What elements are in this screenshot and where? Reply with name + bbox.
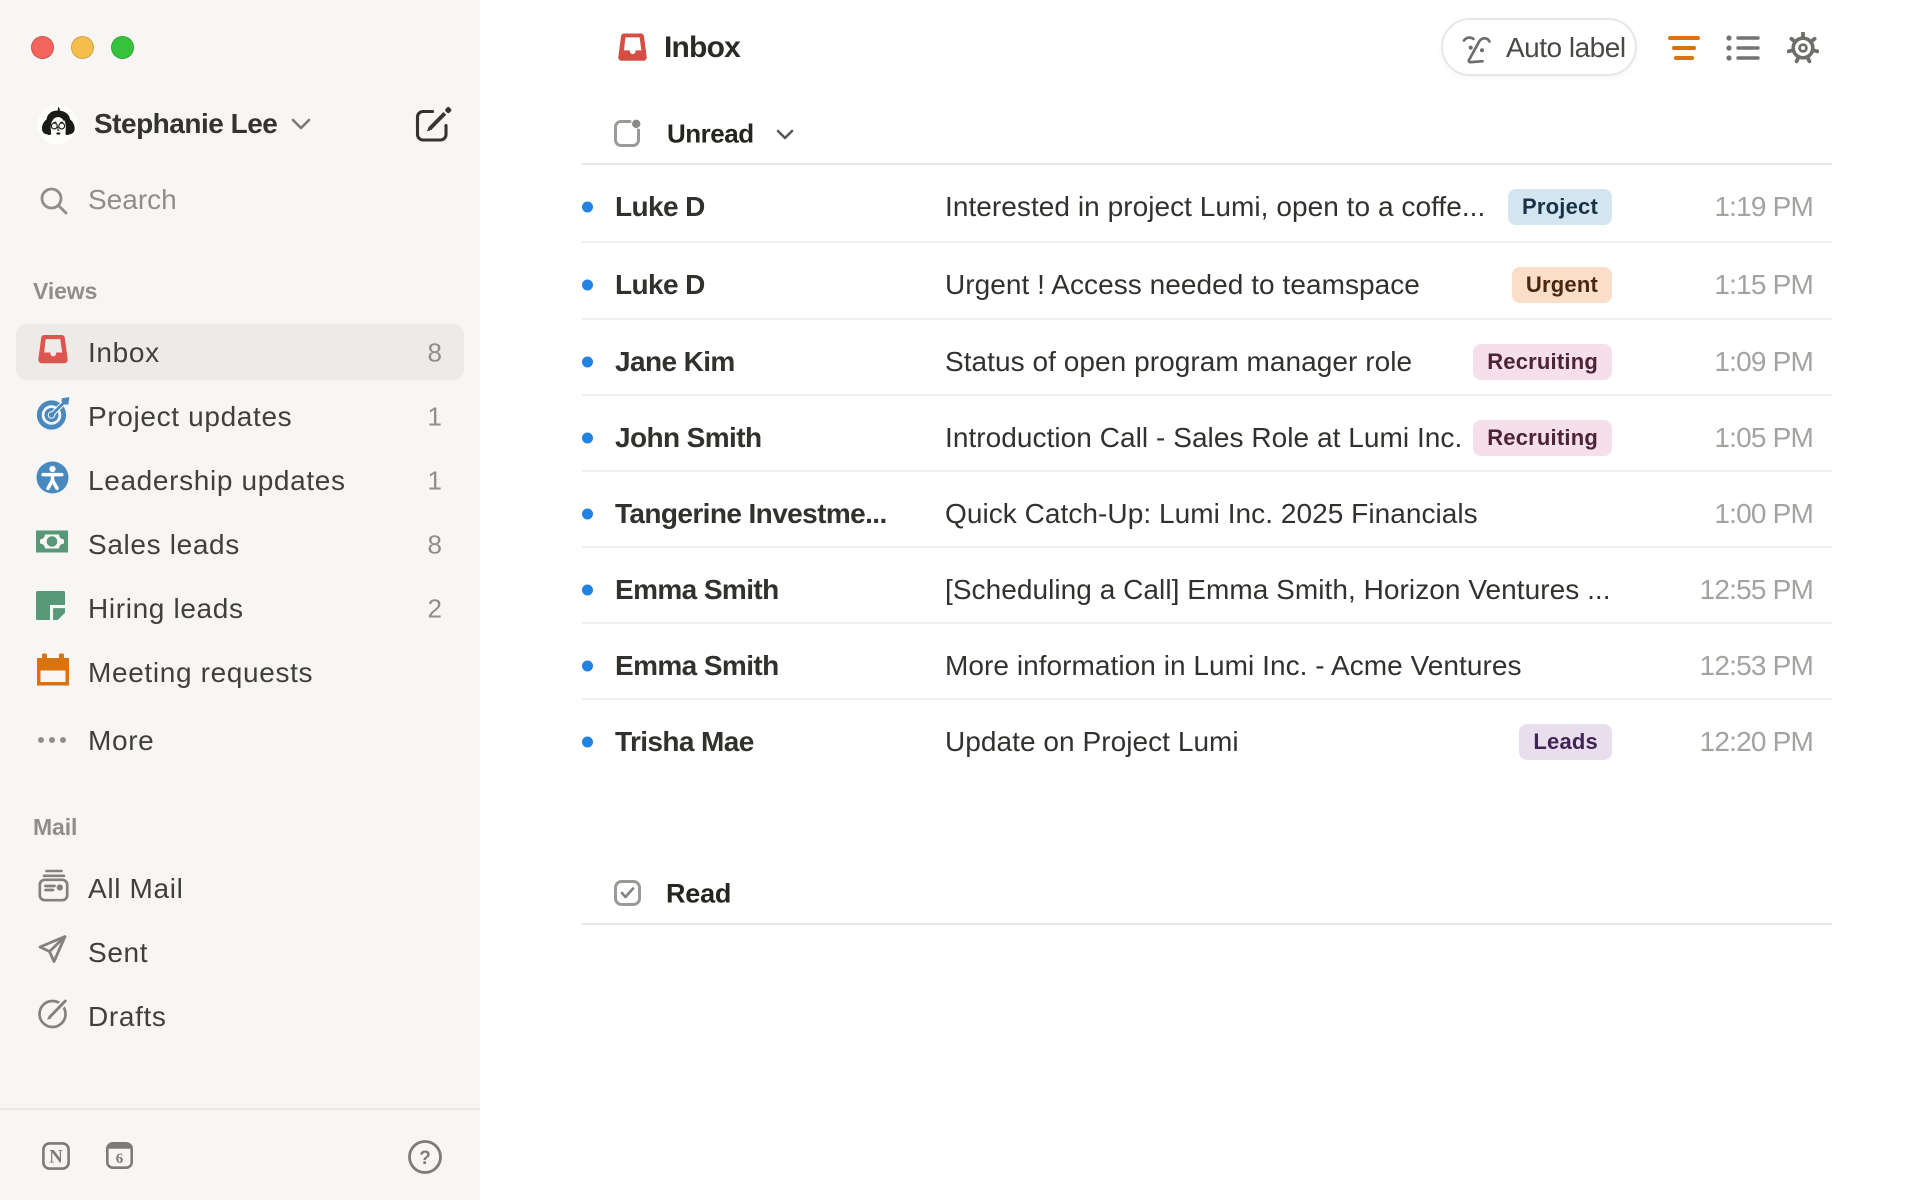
svg-text:?: ? (419, 1148, 431, 1169)
svg-text:N: N (49, 1147, 63, 1168)
svg-text:6: 6 (116, 1151, 124, 1167)
